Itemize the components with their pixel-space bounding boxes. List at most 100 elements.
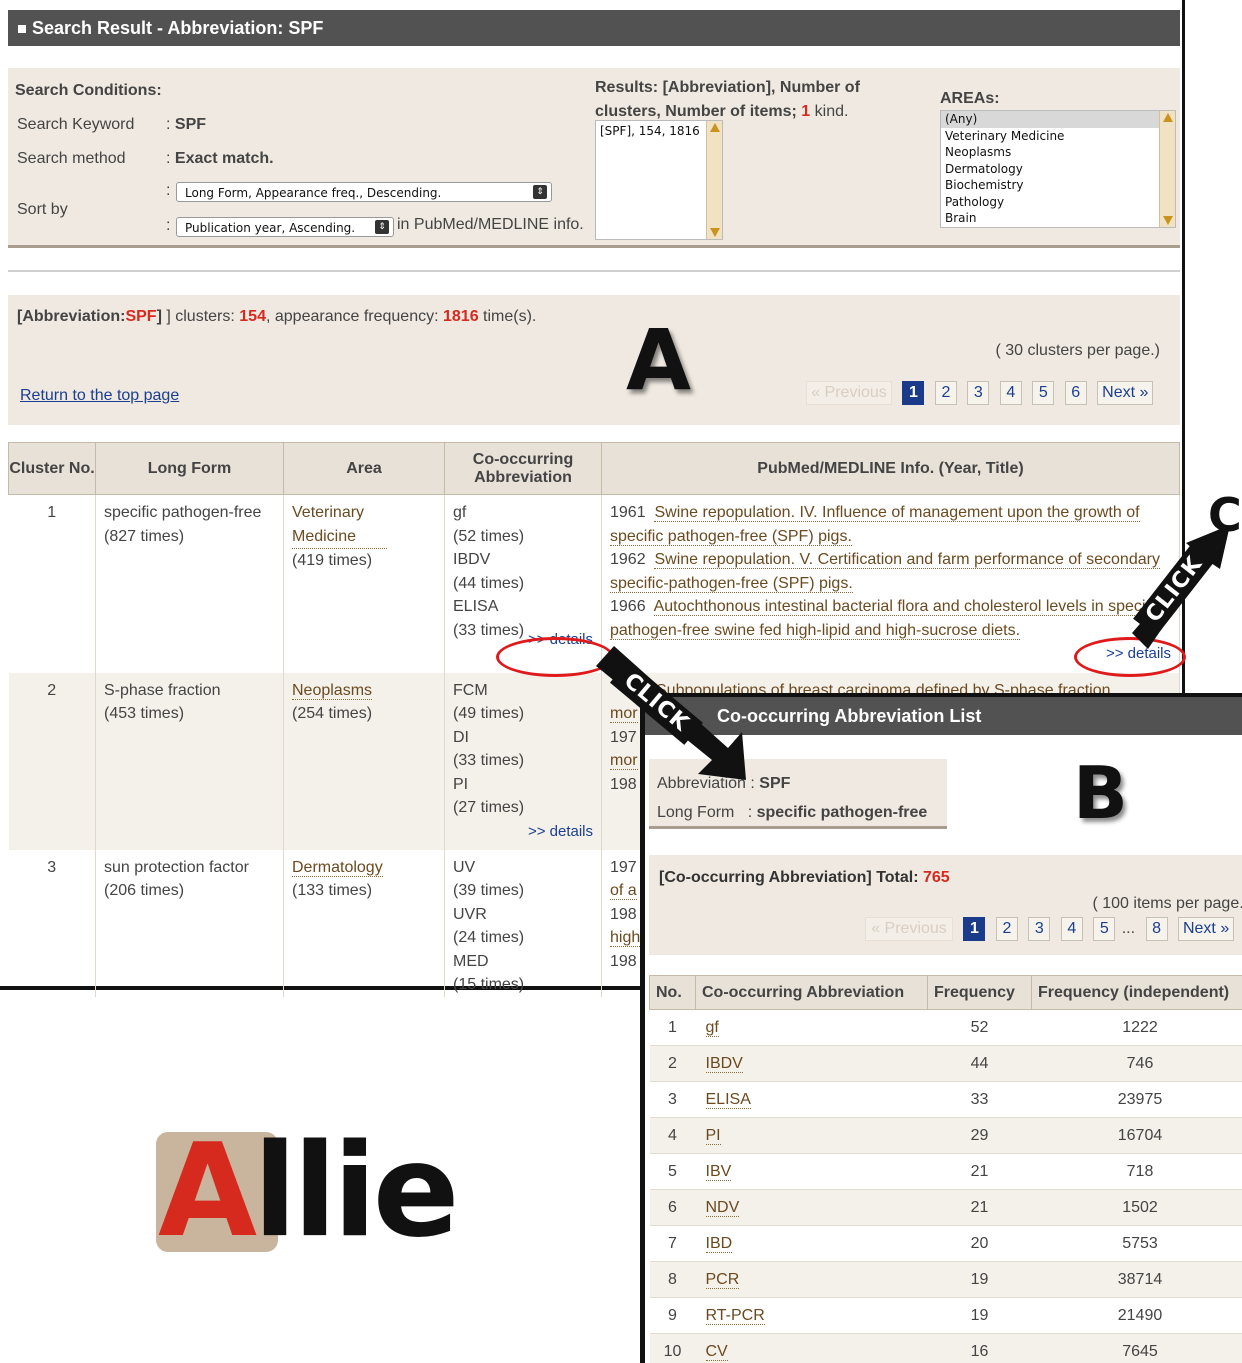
table-row: 7 IBD 20 5753 <box>649 1225 1242 1262</box>
frequency-cell: 19 <box>927 1261 1032 1298</box>
abbreviation-link[interactable]: PCR <box>705 1270 740 1289</box>
abbreviation-link[interactable]: RT-PCR <box>705 1306 765 1325</box>
sort-select-2[interactable]: Publication year, Ascending. ⇕ <box>176 217 394 237</box>
col-co-occurring: Co-occurring Abbreviation <box>444 442 602 495</box>
area-option[interactable]: Neoplasms <box>941 144 1175 161</box>
frequency-cell: 44 <box>927 1045 1032 1082</box>
page-2[interactable]: 2 <box>995 917 1018 941</box>
abbreviation-link[interactable]: PI <box>705 1126 721 1145</box>
frequency: 52 <box>970 1018 989 1036</box>
scroll-up-icon[interactable] <box>1163 113 1173 122</box>
label-b: B <box>1073 751 1128 835</box>
co-occurring-summary: [Co-occurring Abbreviation] Total: 765 (… <box>649 855 1242 955</box>
page-5[interactable]: 5 <box>1093 917 1116 941</box>
pub-fragment[interactable]: of a <box>610 882 637 900</box>
table-row: 2 IBDV 44 746 <box>649 1045 1242 1082</box>
keyword-value: : SPF <box>166 116 207 133</box>
area-option[interactable]: (Any) <box>941 111 1175 128</box>
abbreviation-link[interactable]: NDV <box>705 1198 740 1217</box>
frequency-independent: 38714 <box>1117 1270 1163 1288</box>
cluster-no: 1 <box>8 494 96 673</box>
long-form-cell: sun protection factor (206 times) <box>95 849 284 997</box>
pub-title-link[interactable]: Autochthonous intestinal bacterial flora… <box>610 598 1162 640</box>
keyword-label: Search Keyword <box>17 116 135 133</box>
row-no: 7 <box>668 1234 677 1252</box>
frequency-cell: 52 <box>927 1009 1032 1046</box>
details-link[interactable]: >> details <box>528 820 593 844</box>
page-4[interactable]: 4 <box>1060 917 1083 941</box>
sort-colon-2: : <box>166 217 171 234</box>
abbreviation-link-cell: NDV <box>695 1189 928 1226</box>
area-option[interactable]: Brain <box>941 210 1175 227</box>
col-area: Area <box>283 442 445 495</box>
pagination: « Previous 1 2 3 4 5 6 Next » <box>800 381 1154 405</box>
frequency-cell: 21 <box>927 1153 1032 1190</box>
frequency-independent-cell: 746 <box>1031 1045 1242 1082</box>
table-header: Cluster No. Long Form Area Co-occurring … <box>8 442 1180 495</box>
area-link[interactable]: Neoplasms <box>292 681 373 700</box>
next-button[interactable]: Next » <box>1177 917 1235 941</box>
page-6[interactable]: 6 <box>1064 381 1087 405</box>
scroll-up-icon[interactable] <box>710 123 720 132</box>
long-form-cell: S-phase fraction (453 times) <box>95 672 284 850</box>
scroll-down-icon[interactable] <box>1163 216 1173 225</box>
per-page-text: ( 100 items per page.) <box>1092 895 1242 912</box>
area-link[interactable]: Dermatology <box>292 858 383 877</box>
row-no-cell: 9 <box>649 1297 696 1334</box>
table-row: 9 RT-PCR 19 21490 <box>649 1297 1242 1334</box>
page-3[interactable]: 3 <box>1028 917 1051 941</box>
page-3[interactable]: 3 <box>967 381 990 405</box>
listbox-scrollbar[interactable] <box>1159 111 1175 227</box>
abbreviation-link[interactable]: ELISA <box>705 1090 751 1109</box>
frequency: 29 <box>970 1126 989 1144</box>
row-no-cell: 6 <box>649 1189 696 1226</box>
co-occurring-table: No. Co-occurring Abbreviation Frequency … <box>649 975 1242 1363</box>
sort-select-1-value: Long Form, Appearance freq., Descending. <box>185 186 442 200</box>
frequency-cell: 33 <box>927 1081 1032 1118</box>
scroll-down-icon[interactable] <box>710 228 720 237</box>
area-option[interactable]: Biochemistry <box>941 177 1175 194</box>
results-list-item[interactable]: [SPF], 154, 1816 <box>596 121 722 141</box>
page-8[interactable]: 8 <box>1145 917 1168 941</box>
table-header: No. Co-occurring Abbreviation Frequency … <box>649 975 1242 1010</box>
page-1[interactable]: 1 <box>963 917 986 941</box>
next-button[interactable]: Next » <box>1097 381 1154 405</box>
row-no-cell: 10 <box>649 1333 696 1363</box>
results-listbox[interactable]: [SPF], 154, 1816 <box>595 120 723 240</box>
row-no: 8 <box>668 1270 677 1288</box>
abbreviation-link[interactable]: IBV <box>705 1162 732 1181</box>
sort-select-1[interactable]: Long Form, Appearance freq., Descending.… <box>176 182 552 202</box>
frequency-independent-cell: 718 <box>1031 1153 1242 1190</box>
area-option[interactable]: Veterinary Medicine <box>941 128 1175 145</box>
result-summary: [Abbreviation:SPF] ] clusters: 154, appe… <box>8 295 1180 425</box>
area-link[interactable]: Veterinary Medicine <box>292 501 387 549</box>
pub-entry: 1961 Swine repopulation. IV. Influence o… <box>610 504 1140 546</box>
pub-fragment[interactable]: high <box>610 929 641 947</box>
area-option[interactable]: Pathology <box>941 194 1175 211</box>
page-title: Search Result - Abbreviation: SPF <box>32 18 324 38</box>
abbreviation-link[interactable]: CV <box>705 1342 728 1361</box>
row-no-cell: 2 <box>649 1045 696 1082</box>
areas-listbox[interactable]: (Any) Veterinary Medicine Neoplasms Derm… <box>940 110 1176 228</box>
frequency-independent: 718 <box>1126 1162 1154 1180</box>
frequency: 21 <box>970 1162 989 1180</box>
abbreviation-link[interactable]: IBDV <box>705 1054 743 1073</box>
page-4[interactable]: 4 <box>999 381 1022 405</box>
previous-button[interactable]: « Previous <box>806 381 892 405</box>
previous-button[interactable]: « Previous <box>865 917 953 941</box>
page-1[interactable]: 1 <box>902 381 925 405</box>
listbox-scrollbar[interactable] <box>706 121 722 239</box>
col-long-form: Long Form <box>95 442 284 495</box>
page-2[interactable]: 2 <box>934 381 957 405</box>
page-5[interactable]: 5 <box>1032 381 1055 405</box>
abbreviation-link[interactable]: gf <box>705 1018 719 1037</box>
pub-title-link[interactable]: Swine repopulation. IV. Influence of man… <box>610 504 1140 546</box>
area-option[interactable]: Dermatology <box>941 161 1175 178</box>
abbreviation-link[interactable]: IBD <box>705 1234 733 1253</box>
row-no: 2 <box>668 1054 677 1072</box>
frequency-independent-cell: 1502 <box>1031 1189 1242 1226</box>
pub-title-link[interactable]: Swine repopulation. V. Certification and… <box>610 551 1160 593</box>
frequency-cell: 20 <box>927 1225 1032 1262</box>
frequency-independent-cell: 7645 <box>1031 1333 1242 1363</box>
return-top-link[interactable]: Return to the top page <box>20 387 179 405</box>
